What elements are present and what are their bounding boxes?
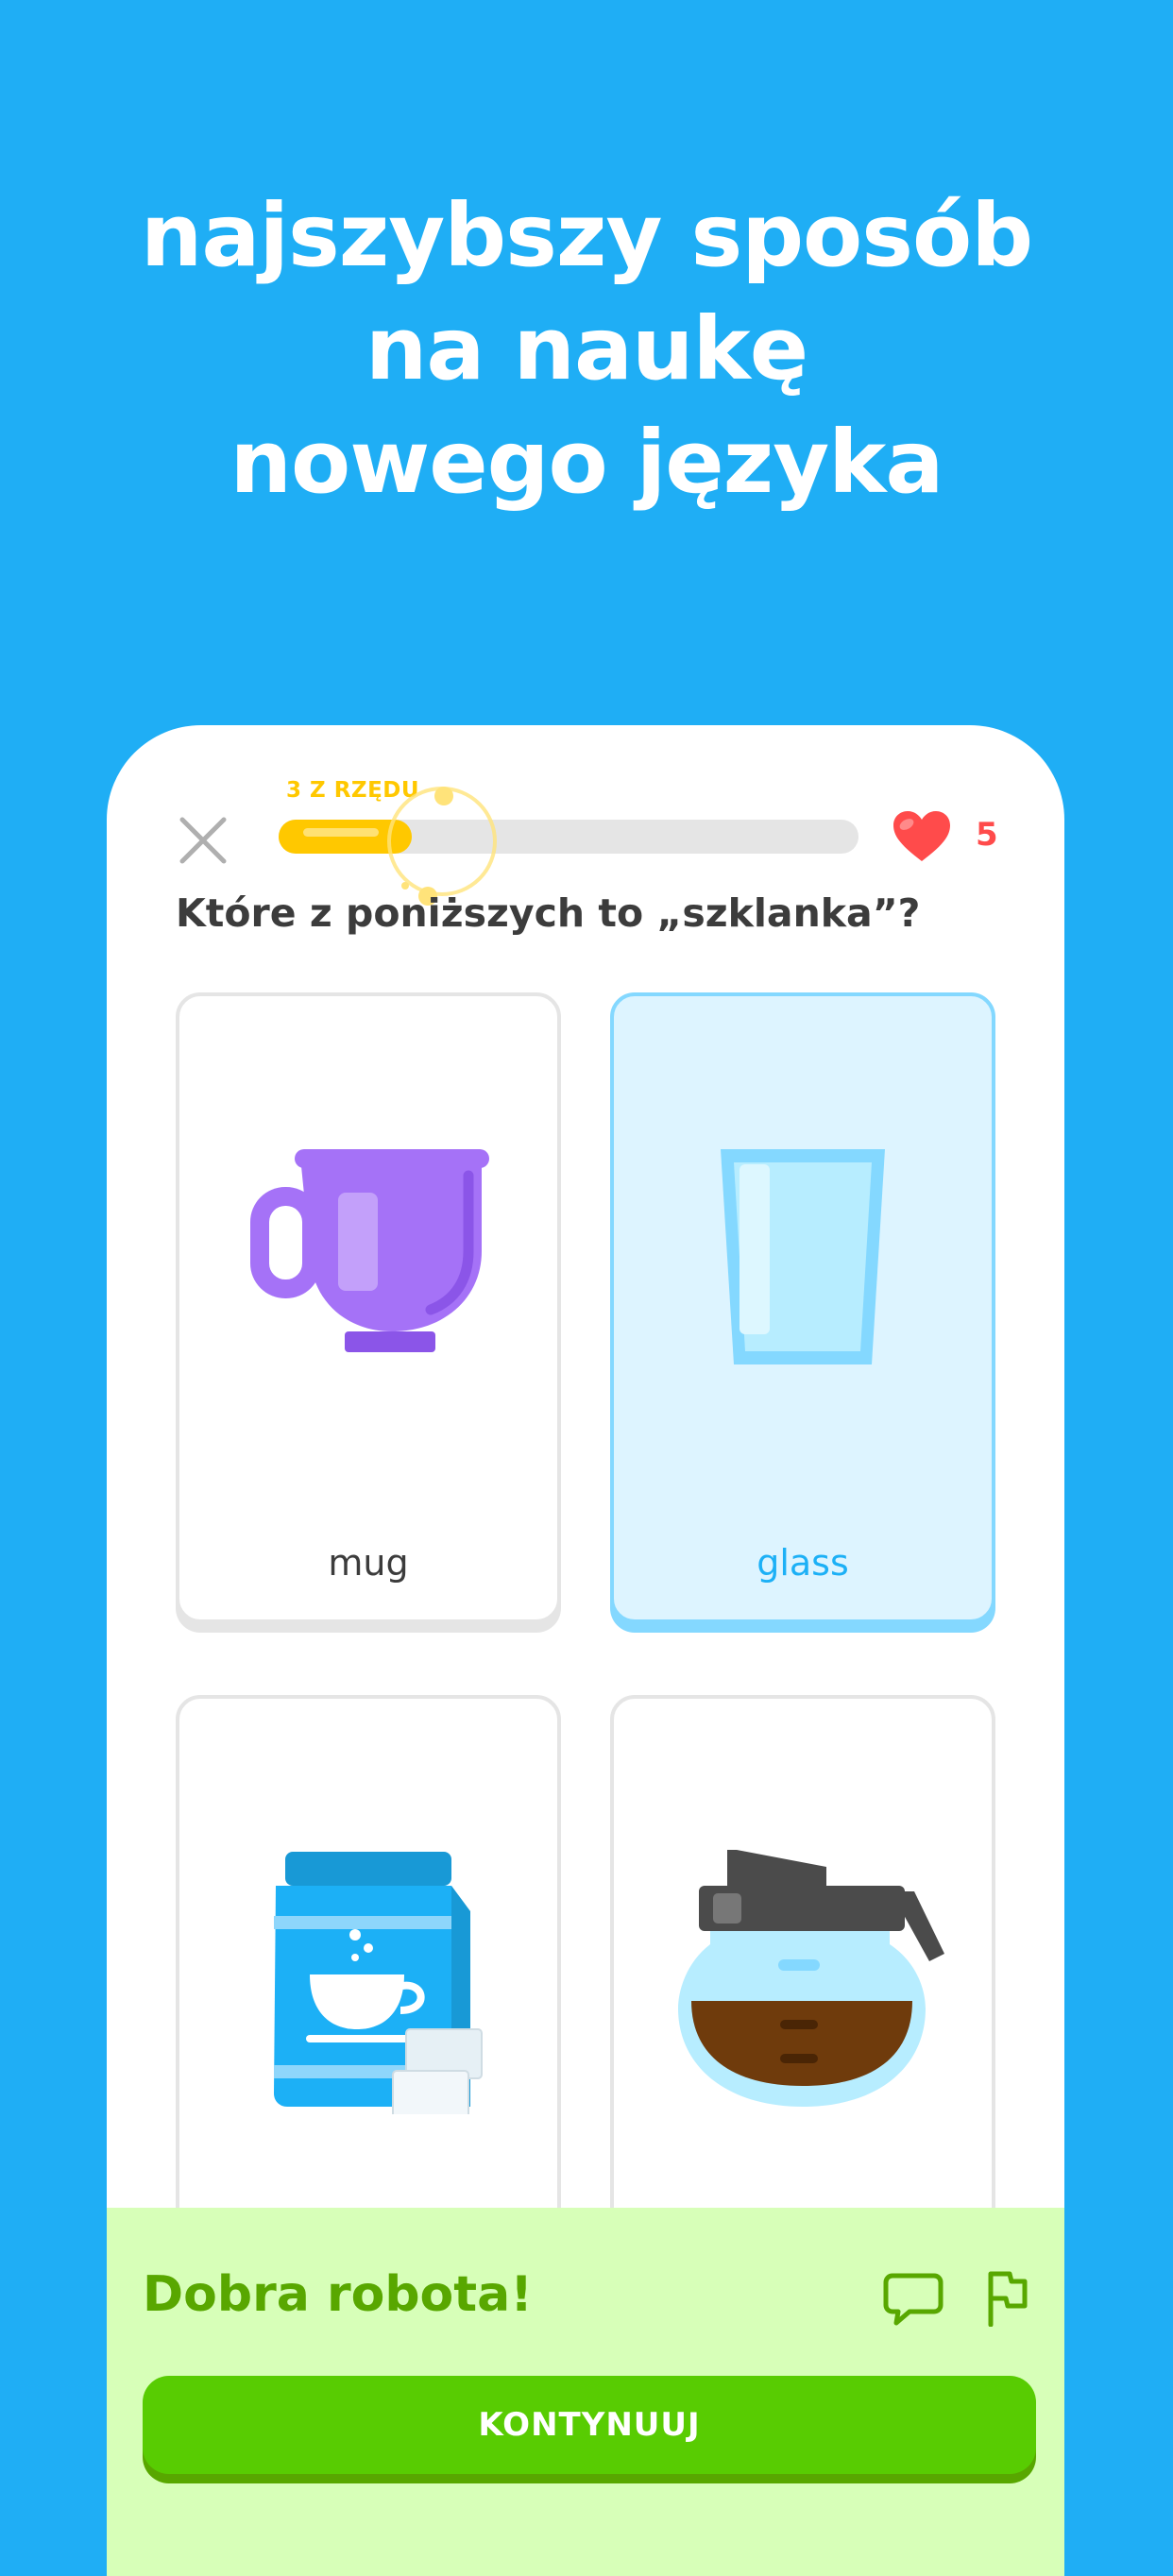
feedback-title: Dobra robota! <box>143 2266 533 2323</box>
glass-icon <box>721 1149 885 1364</box>
option-label: mug <box>328 1542 409 1584</box>
mug-icon <box>250 1149 489 1352</box>
feedback-panel: Dobra robota! KONTYNUUJ <box>107 2208 1064 2576</box>
streak-label: 3 Z RZĘDU <box>286 778 420 803</box>
phone-frame: 3 Z RZĘDU 5 Które z poniższych to „szkla… <box>107 725 1064 2576</box>
close-icon[interactable] <box>173 810 233 871</box>
comment-icon[interactable] <box>883 2272 944 2327</box>
question-prompt: Które z poniższych to „szklanka”? <box>176 890 921 936</box>
option-label: glass <box>756 1542 849 1584</box>
continue-button-label: KONTYNUUJ <box>478 2406 701 2444</box>
option-card-glass[interactable]: glass <box>610 992 995 1623</box>
lesson-progress-fill <box>279 820 413 854</box>
headline: najszybszy sposób na naukę nowego języka <box>0 179 1173 519</box>
continue-button[interactable]: KONTYNUUJ <box>143 2376 1036 2474</box>
headline-line-1: najszybszy sposób <box>140 185 1033 286</box>
headline-line-2: na naukę <box>365 298 808 399</box>
heart-icon <box>893 811 950 861</box>
lesson-progress-bar <box>279 820 858 854</box>
progress-shine <box>303 828 379 837</box>
coffee-bag-icon <box>274 1852 483 2114</box>
hearts-count: 5 <box>976 816 998 854</box>
flag-icon[interactable] <box>983 2268 1030 2327</box>
option-card-mug[interactable]: mug <box>176 992 561 1623</box>
headline-line-3: nowego języka <box>230 412 944 513</box>
coffee-pot-icon <box>678 1850 944 2107</box>
